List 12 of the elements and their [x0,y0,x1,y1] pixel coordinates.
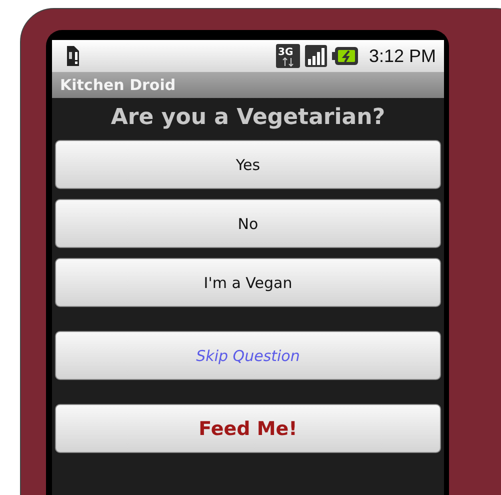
answer-button[interactable]: I'm a Vegan [55,258,441,307]
clock-time: 3:12 PM [368,46,436,66]
signal-strength-icon [304,45,327,67]
network-type-icon: 3G [276,44,300,68]
answer-button[interactable]: Yes [55,140,441,189]
answer-button[interactable]: No [55,199,441,248]
app-title: Kitchen Droid [60,76,176,94]
answer-button[interactable]: Skip Question [55,331,441,380]
question-text: Are you a Vegetarian? [110,104,386,132]
battery-charging-icon [332,47,358,65]
sim-card-alert-icon [65,46,79,66]
answer-button[interactable]: Feed Me! [55,404,441,453]
